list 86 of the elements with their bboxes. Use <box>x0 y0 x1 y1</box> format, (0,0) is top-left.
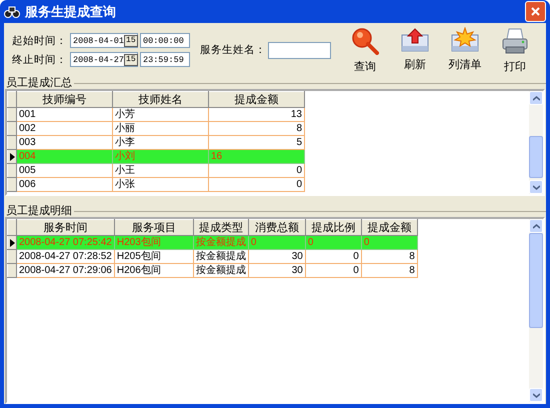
scroll-down-button[interactable] <box>529 180 543 194</box>
time-field[interactable]: 00:00:00 <box>140 33 190 48</box>
toolbar-button[interactable]: 列清单 <box>440 26 490 74</box>
column-header[interactable]: 提成比例 <box>305 220 362 236</box>
column-header[interactable]: 消费总额 <box>248 220 306 236</box>
field-label: 终止时间： <box>12 52 67 66</box>
table-row[interactable]: 005 小王 0 <box>8 164 304 178</box>
table-cell: 0 <box>305 236 362 250</box>
table-cell: 小刘 <box>112 150 208 164</box>
column-header[interactable]: 技师姓名 <box>112 92 208 108</box>
corner-header <box>8 220 16 236</box>
table-cell: 8 <box>361 250 418 264</box>
time-field[interactable]: 23:59:59 <box>140 52 190 67</box>
table-cell: 30 <box>248 264 306 278</box>
table-cell: H203包间 <box>114 236 194 250</box>
table-cell: H205包间 <box>114 250 194 264</box>
table-cell: H206包间 <box>114 264 194 278</box>
column-header[interactable]: 技师编号 <box>16 92 112 108</box>
table-cell: 2008-04-27 07:25:42 <box>16 236 114 250</box>
sun-tray-icon <box>451 26 479 52</box>
toolbar-button[interactable]: 刷新 <box>390 26 440 74</box>
column-header[interactable]: 提成金额 <box>361 220 418 236</box>
table-cell: 8 <box>361 264 418 278</box>
date-field[interactable]: 2008-04-01 15 <box>70 33 138 48</box>
table-cell: 小王 <box>112 164 208 178</box>
table-cell: 0 <box>208 164 304 178</box>
table-cell: 2008-04-27 07:29:06 <box>16 264 114 278</box>
binoculars-icon <box>4 4 20 18</box>
field-label: 起始时间： <box>12 34 67 48</box>
scrollbar[interactable] <box>529 219 543 402</box>
date-field[interactable]: 2008-04-27 15 <box>70 52 138 67</box>
toolbar-button[interactable]: 查询 <box>340 26 390 74</box>
table-row[interactable]: 2008-04-27 07:29:06 H206包间 按金额提成 30 0 8 <box>8 264 418 278</box>
table-cell: 小芳 <box>112 108 208 122</box>
table-row[interactable]: 002 小丽 8 <box>8 122 304 136</box>
table-cell: 按金额提成 <box>193 264 248 278</box>
field-label: 服务生姓名： <box>200 43 266 57</box>
table-cell: 8 <box>208 122 304 136</box>
scrollbar[interactable] <box>529 91 543 194</box>
scroll-down-button[interactable] <box>529 388 543 402</box>
table-cell: 001 <box>16 108 112 122</box>
scroll-thumb[interactable] <box>529 136 543 178</box>
table-cell: 13 <box>208 108 304 122</box>
table-cell: 004 <box>16 150 112 164</box>
table-row[interactable]: 006 小张 0 <box>8 178 304 192</box>
table-cell: 006 <box>16 178 112 192</box>
table-cell: 005 <box>16 164 112 178</box>
group-title: 员工提成明细 <box>6 205 72 217</box>
printer-icon <box>501 26 529 54</box>
scroll-up-button[interactable] <box>529 91 543 105</box>
upload-tray-icon <box>401 26 429 52</box>
caret-down-icon <box>532 184 540 190</box>
calendar-button[interactable]: 15 <box>124 34 138 46</box>
name-field[interactable] <box>268 42 331 58</box>
close-icon <box>531 7 540 16</box>
table-row[interactable]: 001 小芳 13 <box>8 108 304 122</box>
table-cell: 2008-04-27 07:28:52 <box>16 250 114 264</box>
caret-up-icon <box>532 224 540 228</box>
table-cell: 16 <box>208 150 304 164</box>
table-cell: 按金额提成 <box>193 236 248 250</box>
toolbar-button[interactable]: 打印 <box>490 26 540 74</box>
table-cell: 30 <box>248 250 306 264</box>
column-header[interactable]: 服务项目 <box>114 220 194 236</box>
table-cell: 0 <box>305 264 362 278</box>
scroll-up-button[interactable] <box>529 219 543 233</box>
caret-up-icon <box>532 96 540 100</box>
column-header[interactable]: 服务时间 <box>16 220 114 236</box>
table-cell: 0 <box>361 236 418 250</box>
column-header[interactable]: 提成类型 <box>193 220 248 236</box>
table-cell: 0 <box>208 178 304 192</box>
table-cell: 0 <box>305 250 362 264</box>
table-cell: 0 <box>248 236 306 250</box>
calendar-button[interactable]: 15 <box>124 54 138 66</box>
column-header[interactable]: 提成金额 <box>208 92 304 108</box>
table-cell: 小丽 <box>112 122 208 136</box>
close-button[interactable] <box>525 1 546 22</box>
magnifier-icon <box>351 26 379 54</box>
window-title: 服务生提成查询 <box>25 2 116 20</box>
table-cell: 按金额提成 <box>193 250 248 264</box>
group-title: 员工提成汇总 <box>6 77 72 89</box>
table-row[interactable]: 2008-04-27 07:28:52 H205包间 按金额提成 30 0 8 <box>8 250 418 264</box>
scroll-thumb[interactable] <box>529 233 543 328</box>
caret-down-icon <box>532 392 540 398</box>
table-cell: 小张 <box>112 178 208 192</box>
corner-header <box>8 92 16 108</box>
table-cell: 002 <box>16 122 112 136</box>
